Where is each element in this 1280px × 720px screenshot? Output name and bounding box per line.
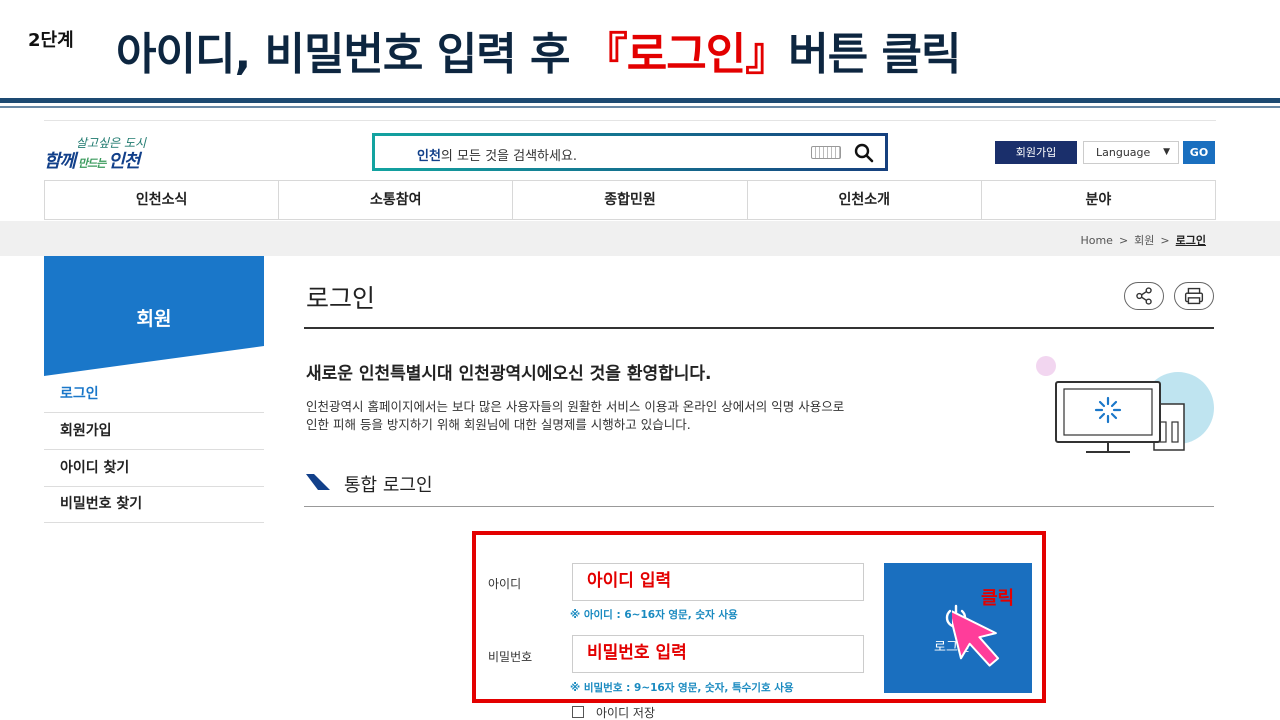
password-hint: ※ 비밀번호 : 9~16자 영문, 숫자, 특수기호 사용: [570, 682, 794, 694]
nav-item[interactable]: 분야: [982, 181, 1217, 219]
sidebar-item-find-id[interactable]: 아이디 찾기: [44, 450, 264, 487]
breadcrumb-current[interactable]: 로그인: [1176, 234, 1206, 247]
slide-title: 아이디, 비밀번호 입력 후 『로그인』버튼 클릭: [116, 18, 962, 82]
section-divider: [304, 506, 1214, 507]
logo-word-a: 함께: [44, 151, 76, 172]
checkbox-icon[interactable]: [572, 706, 584, 718]
slide-divider-thin: [0, 106, 1280, 108]
language-select[interactable]: Language ▼: [1083, 141, 1179, 164]
login-description: 인천광역시 홈페이지에서는 보다 많은 사용자들의 원활한 서비스 이용과 온라…: [306, 398, 1026, 434]
search-input[interactable]: 인천의 모든 것을 검색하세요.: [372, 133, 888, 171]
breadcrumb-separator: >: [1118, 234, 1129, 247]
incheon-logo[interactable]: 살고싶은 도시 함께 만드는 인천: [44, 134, 184, 174]
page-title: 로그인: [306, 284, 376, 313]
breadcrumb-bar: Home > 회원 > 로그인: [0, 221, 1280, 256]
section-title-mark-icon: [306, 474, 330, 490]
join-button[interactable]: 회원가입: [995, 141, 1077, 164]
nav-item[interactable]: 종합민원: [513, 181, 748, 219]
main-nav: 인천소식 소통참여 종합민원 인천소개 분야: [44, 180, 1217, 220]
breadcrumb-level1[interactable]: 회원: [1134, 234, 1154, 247]
slide-divider: [0, 98, 1280, 103]
sidebar-title: 회원: [136, 308, 172, 330]
logo-wordmark: 함께 만드는 인천: [44, 147, 140, 173]
breadcrumb-home[interactable]: Home: [1080, 234, 1112, 247]
section-title: 통합 로그인: [344, 475, 433, 496]
language-label: Language: [1096, 146, 1151, 159]
breadcrumb-separator: >: [1160, 234, 1170, 247]
step-label: 2단계: [28, 30, 74, 51]
id-label: 아이디: [488, 577, 522, 591]
nav-item[interactable]: 소통참여: [279, 181, 514, 219]
nav-item[interactable]: 인천소개: [748, 181, 982, 219]
logo-word-b: 인천: [108, 151, 140, 172]
go-button[interactable]: GO: [1183, 141, 1215, 164]
search-placeholder-text: 의 모든 것을 검색하세요.: [440, 149, 578, 164]
id-input[interactable]: 아이디 입력: [572, 563, 864, 601]
print-icon[interactable]: [1174, 282, 1214, 310]
share-icon[interactable]: [1124, 282, 1164, 310]
description-line: 인한 피해 등을 방지하기 위해 회원님에 대한 실명제를 시행하고 있습니다.: [306, 417, 691, 432]
slide-title-after: 버튼 클릭: [788, 29, 961, 80]
title-underline: [304, 327, 1214, 329]
nav-item[interactable]: 인천소식: [44, 181, 280, 219]
sidebar-item-join[interactable]: 회원가입: [44, 413, 264, 450]
password-input[interactable]: 비밀번호 입력: [572, 635, 864, 673]
cursor-arrow-icon: [952, 608, 1000, 667]
utility-bar-line: [44, 120, 1216, 121]
password-label: 비밀번호: [488, 650, 533, 664]
sidebar-title-box: 회원: [44, 256, 264, 376]
sidebar-item-login[interactable]: 로그인: [44, 376, 264, 413]
logo-word-small: 만드는: [75, 157, 109, 170]
computer-illustration-icon: [1036, 356, 1214, 453]
id-hint: ※ 아이디 : 6~16자 영문, 숫자 사용: [570, 609, 738, 621]
breadcrumb: Home > 회원 > 로그인: [1080, 232, 1206, 248]
remember-id-checkbox[interactable]: 아이디 저장: [572, 704, 655, 720]
description-line: 인천광역시 홈페이지에서는 보다 많은 사용자들의 원활한 서비스 이용과 온라…: [306, 399, 845, 414]
welcome-heading: 새로운 인천특별시대 인천광역시에오신 것을 환영합니다.: [306, 364, 712, 384]
caret-down-icon: ▼: [1163, 147, 1170, 157]
remember-id-label: 아이디 저장: [596, 706, 656, 720]
search-placeholder: 인천의 모든 것을 검색하세요.: [417, 145, 577, 164]
slide-title-highlight: 『로그인』: [583, 29, 789, 80]
search-icon[interactable]: [853, 142, 875, 164]
slide-title-before: 아이디, 비밀번호 입력 후: [116, 29, 584, 80]
keyboard-icon[interactable]: [811, 146, 841, 159]
search-keyword: 인천: [417, 149, 441, 164]
sidebar-item-find-password[interactable]: 비밀번호 찾기: [44, 486, 264, 523]
